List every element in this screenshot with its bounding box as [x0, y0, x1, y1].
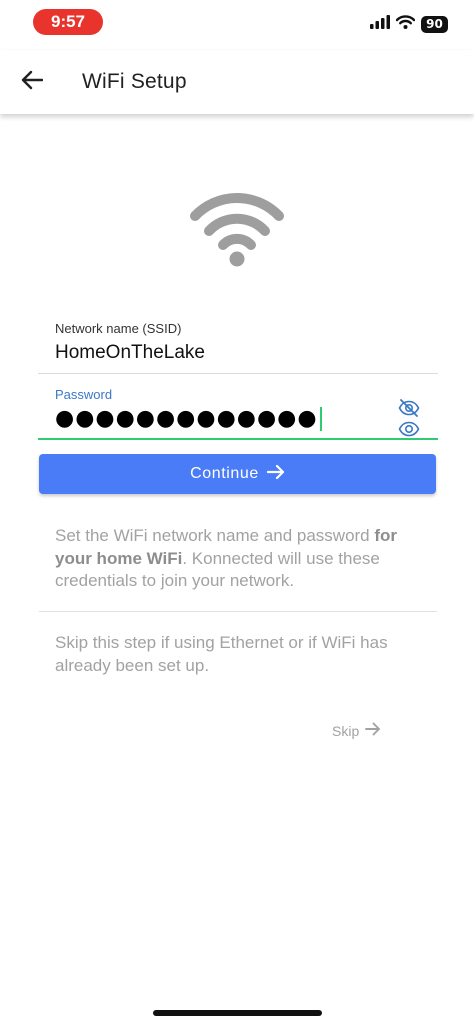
arrow-left-icon — [21, 70, 44, 95]
continue-button[interactable]: Continue — [39, 454, 436, 494]
battery-icon: 90 — [421, 15, 448, 33]
ssid-label: Network name (SSID) — [55, 321, 182, 336]
skip-note: Skip this step if using Ethernet or if W… — [55, 633, 388, 675]
text-caret — [319, 407, 322, 431]
skip-label: Skip — [332, 722, 360, 739]
wifi-icon — [188, 192, 286, 268]
cellular-signal-icon — [370, 14, 390, 34]
page-title: WiFi Setup — [82, 70, 187, 93]
home-indicator — [153, 1010, 322, 1016]
password-label: Password — [55, 387, 113, 402]
status-bar: 9:57 90 — [0, 0, 474, 50]
divider — [39, 611, 437, 612]
ssid-field[interactable]: Network name (SSID) HomeOnTheLake — [38, 318, 438, 374]
wifi-status-icon — [395, 14, 416, 34]
skip-link[interactable]: Skip — [332, 722, 381, 739]
description-text-1: Set the WiFi network name and password — [55, 526, 375, 545]
continue-label: Continue — [190, 465, 259, 482]
arrow-right-icon — [266, 464, 285, 485]
eye-icon[interactable] — [398, 421, 420, 437]
status-time: 9:57 — [33, 9, 103, 35]
eye-off-icon[interactable] — [398, 399, 420, 417]
status-icons: 90 — [370, 14, 448, 34]
arrow-right-icon — [365, 722, 381, 739]
ssid-input[interactable]: HomeOnTheLake — [55, 342, 205, 364]
back-button[interactable] — [16, 66, 48, 98]
password-field[interactable]: Password ●●●●●●●●●●●●● — [38, 382, 438, 440]
password-masked-value: ●●●●●●●●●●●●● — [55, 406, 318, 431]
setup-description: Set the WiFi network name and password f… — [55, 525, 430, 593]
password-input[interactable]: ●●●●●●●●●●●●● — [55, 406, 322, 431]
app-bar: WiFi Setup — [0, 50, 474, 114]
